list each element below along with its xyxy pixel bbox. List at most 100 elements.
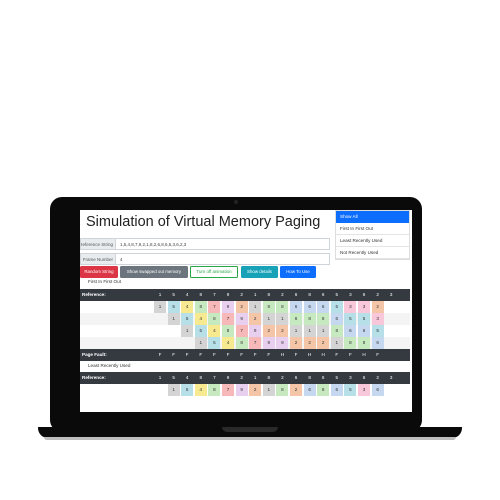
fifo-result-row: Page Fault: F F F F F F F F F H F H H F F H F [80,349,410,361]
frame-cell: 9 [222,301,234,313]
frame-cell: 1 [194,337,207,349]
frame-cell: 7 [222,313,234,325]
frame-cell: 9 [235,313,248,325]
laptop-notch [222,427,278,432]
fault-cell: F [172,352,175,357]
reference-cell: 7 [213,375,216,380]
fault-cell: F [199,352,203,357]
frame-cell: 5 [358,313,370,325]
frame-cell: 4 [194,313,207,325]
frame-cell: 2 [371,301,384,313]
camera-icon [234,200,238,204]
frame-cell: 4 [222,337,234,349]
frame-number-input[interactable]: 4 [116,253,330,265]
frame-cell: 2 [303,337,316,349]
frame-cell: 4 [194,384,207,396]
lru-grid: Reference: 154879218268653623 1548792182… [80,372,410,396]
frame-cell [154,313,166,325]
lru-section-heading: Least Recently Used [88,363,131,368]
reference-cell: 2 [281,292,284,297]
reference-cell: 8 [267,375,271,380]
frame-cell: 6 [317,301,330,313]
frame-cell: 1 [249,301,262,313]
reference-cell: 2 [376,292,379,297]
frame-cell: 3 [358,301,370,313]
laptop-base-shadow [44,437,456,440]
frame-cell: 5 [371,325,384,337]
frame-cell: 8 [222,325,234,337]
frame-cell: 9 [262,337,275,349]
toggle-animation-button[interactable]: Turn off animation [190,266,238,278]
reference-cell: 8 [308,375,311,380]
frame-cell: 8 [317,384,330,396]
page-fault-row-label: Page Fault: [82,352,107,357]
reference-cell: 5 [335,375,339,380]
frame-cell: 5 [181,384,194,396]
fault-cell: F [185,352,189,357]
frame-cell: 8 [317,313,330,325]
algo-item-fifo[interactable]: First In First Out [336,223,409,235]
reference-cell: 1 [253,375,257,380]
frame-cell: 1 [262,384,275,396]
fifo-frame-row: 15487992221886 [80,337,410,349]
frame-cell: 8 [208,384,221,396]
reference-cell: 1 [253,292,257,297]
reference-cell: 9 [226,292,230,297]
frame-cell: 1 [154,301,166,313]
fifo-section-heading: First In First Out [88,279,121,284]
reference-string-input[interactable]: 1,5,4,8,7,9,2,1,8,2,6,8,6,5,3,6,2,3 [116,238,330,250]
frame-cell [385,337,397,349]
fault-cell: F [267,352,271,357]
frame-cell: 8 [290,313,302,325]
frame-cell: 2 [276,325,289,337]
how-to-use-button[interactable]: How To Use [280,266,316,278]
random-string-button[interactable]: Random String [80,266,118,278]
reference-cell: 6 [321,375,325,380]
reference-cell: 8 [308,292,311,297]
frame-cell: 5 [208,337,221,349]
frame-cell: 5 [344,313,357,325]
frame-cell: 1 [276,313,289,325]
frame-cell: 8 [262,301,275,313]
frame-number-label: Frame Number [80,253,116,265]
frame-cell: 6 [290,301,302,313]
frame-cell: 6 [371,337,384,349]
frame-cell: 8 [358,337,370,349]
show-swapped-memory-button[interactable]: Show swapped out memory [120,266,188,278]
reference-cell: 3 [349,292,352,297]
show-details-button[interactable]: Show details [241,266,278,278]
algo-item-lru[interactable]: Least Recently Used [336,235,409,247]
frame-cell: 8 [276,301,289,313]
frame-cell: 2 [249,313,262,325]
fault-cell [385,349,397,361]
frame-cell: 1 [330,337,343,349]
reference-cell: 6 [362,292,366,297]
reference-cell: 4 [185,375,189,380]
frame-cell: 1 [262,313,275,325]
reference-cell: 3 [389,292,393,297]
frame-cell: 2 [290,337,302,349]
reference-row-label: Reference: [82,375,106,380]
fault-cell: F [158,352,162,357]
frame-cell: 8 [235,337,248,349]
lru-frame-row: 1548792182686536 [80,384,410,396]
frame-cell: 5 [167,301,180,313]
page-title: Simulation of Virtual Memory Paging [86,214,321,230]
frame-cell: 6 [303,384,316,396]
reference-cell: 6 [294,292,298,297]
algo-item-show-all[interactable]: Show All [336,211,409,223]
frame-cell: 3 [358,384,370,396]
frame-cell [154,337,166,349]
fifo-frame-row: 1548792118886553 [80,313,410,325]
frame-cell: 8 [330,325,343,337]
reference-cell: 5 [172,375,175,380]
frame-cell: 7 [222,384,234,396]
frame-cell: 8 [303,313,316,325]
frame-cell: 3 [344,301,357,313]
reference-cell: 3 [349,375,352,380]
fault-cell: F [376,352,379,357]
frame-cell: 2 [262,325,275,337]
reference-cell: 6 [294,375,298,380]
frame-cell [168,325,180,337]
algo-item-nru[interactable]: Not Recently Used [336,247,409,259]
